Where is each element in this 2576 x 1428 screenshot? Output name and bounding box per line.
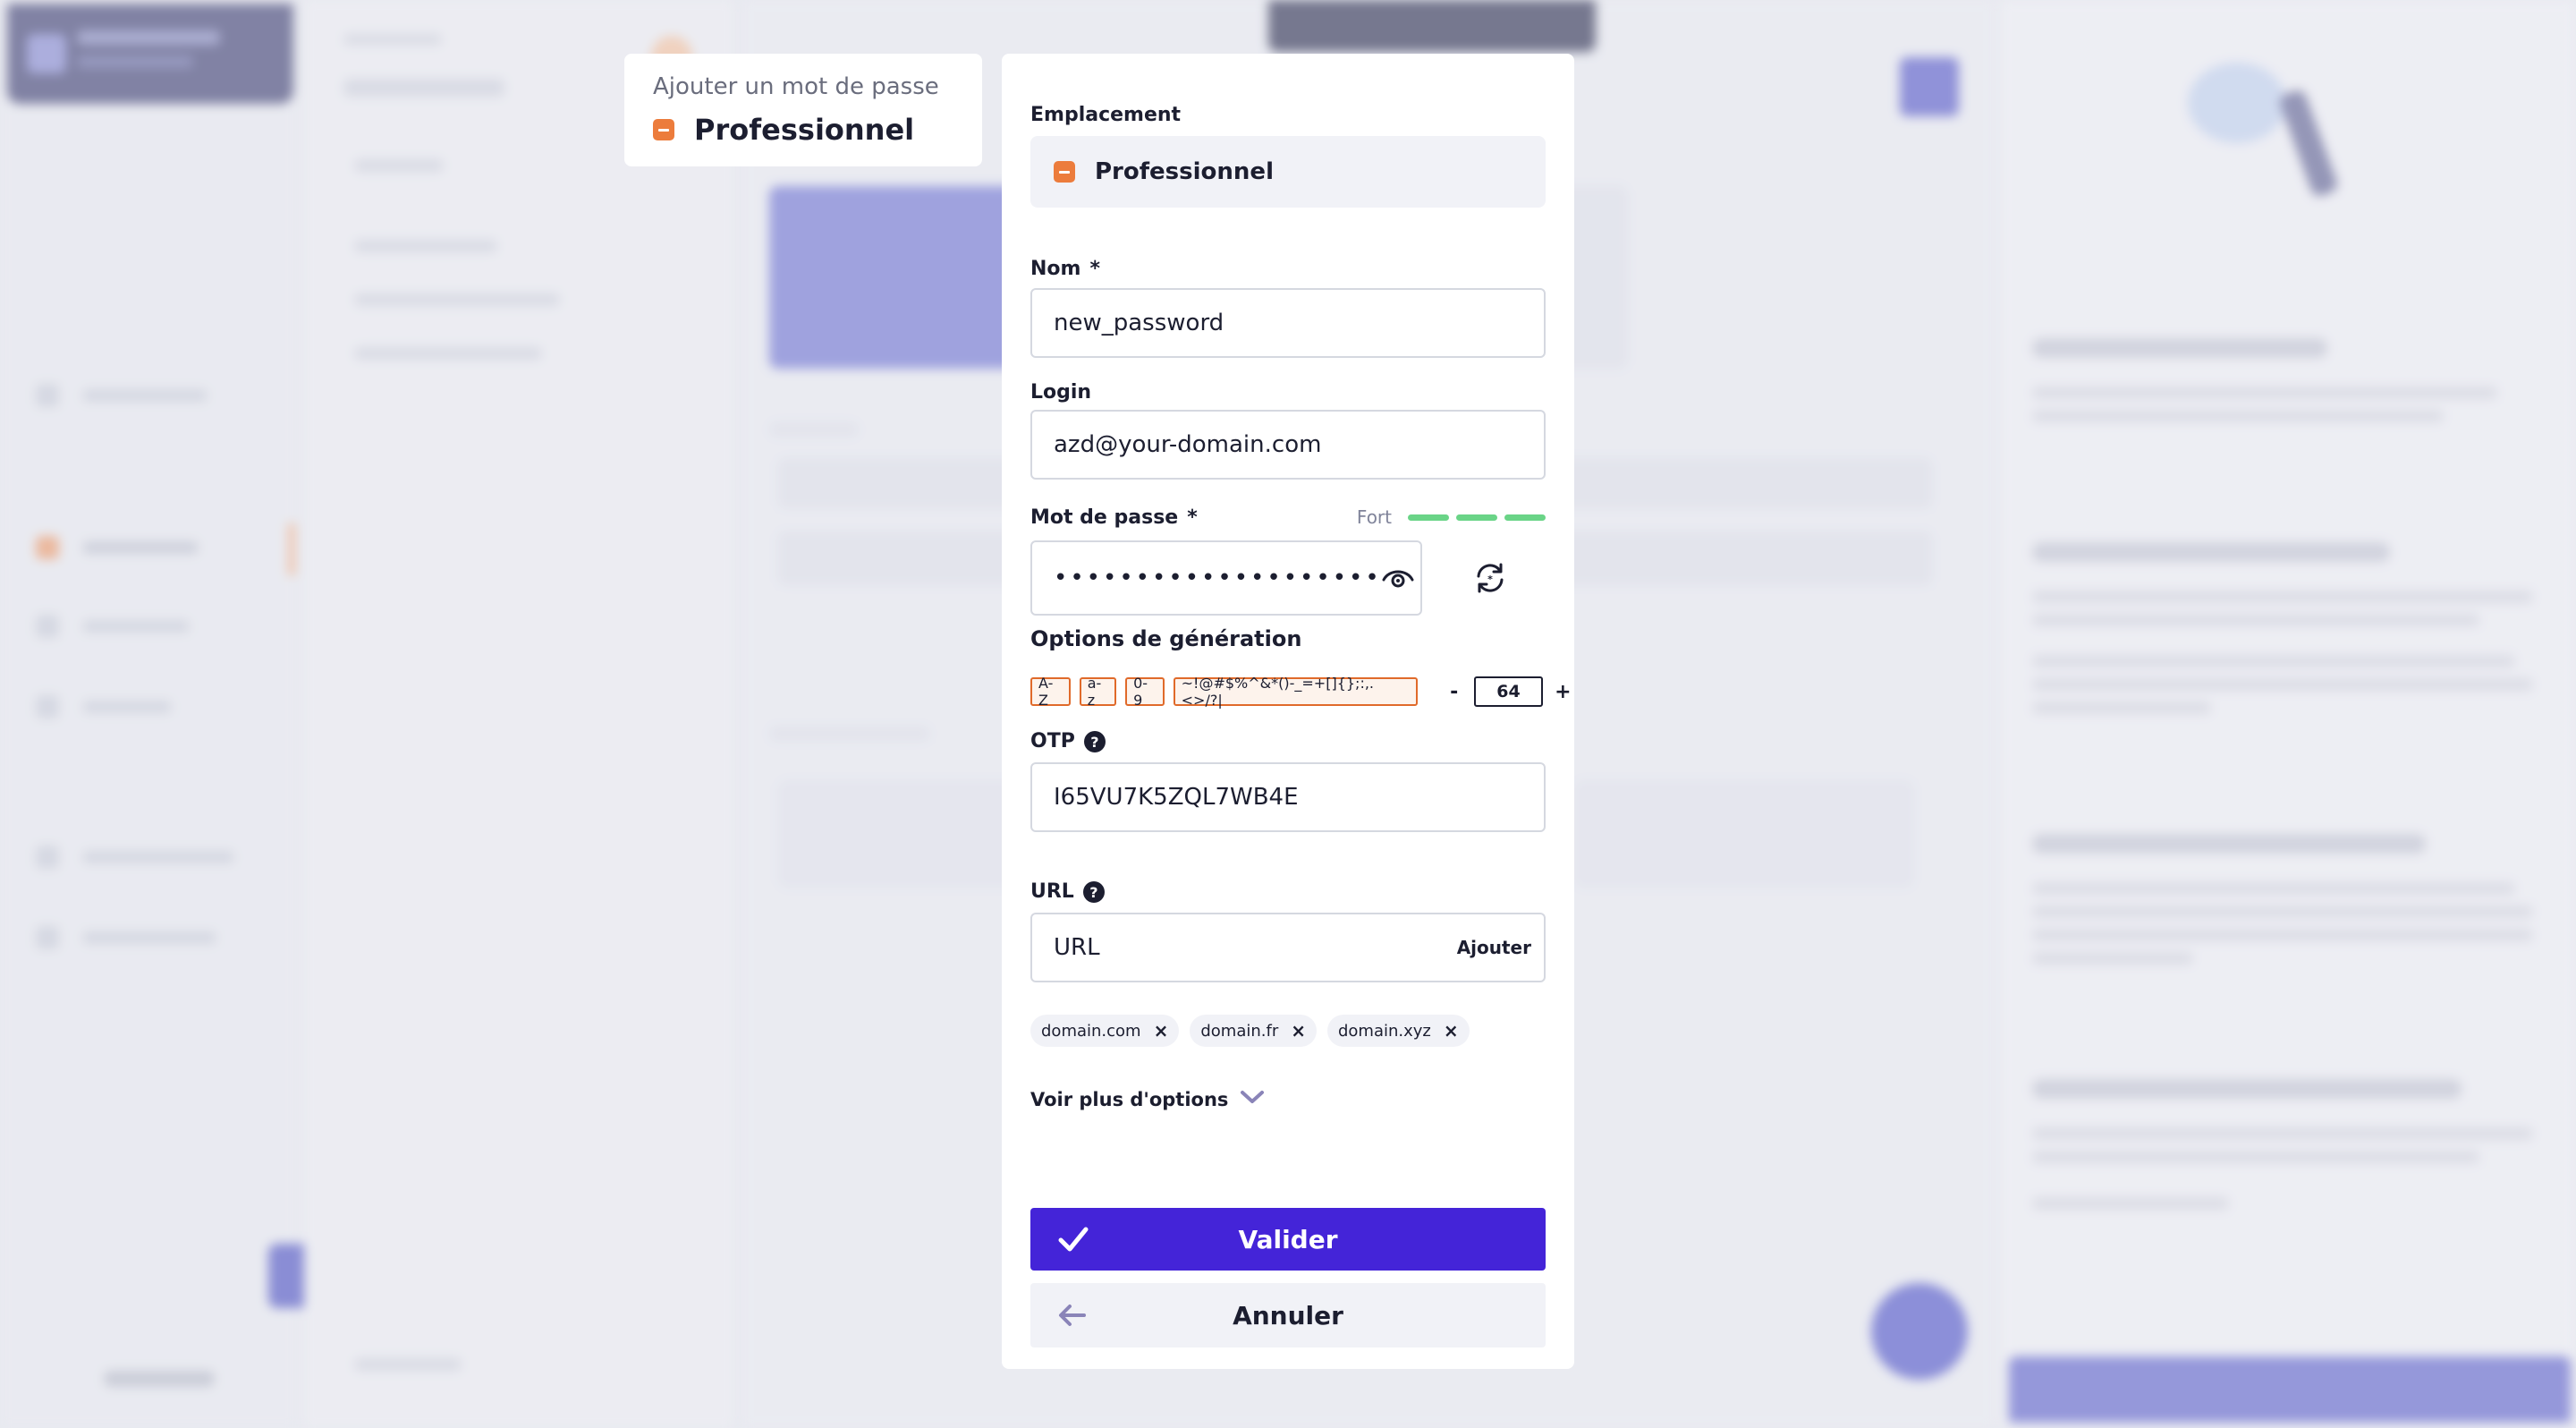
length-input[interactable]: 64 — [1474, 676, 1543, 707]
login-input[interactable] — [1054, 431, 1544, 458]
generation-options: A-Z a-z 0-9 ~!@#$%^&*()-_=+[]{};:,.<>/?|… — [1030, 675, 1574, 709]
folder-icon — [1054, 161, 1075, 183]
otp-input[interactable] — [1054, 784, 1544, 811]
strength-segment — [1504, 514, 1546, 521]
password-masked-value[interactable]: •••••••••••••••••••• — [1054, 565, 1382, 591]
check-icon — [1057, 1224, 1089, 1261]
close-icon[interactable]: × — [1444, 1020, 1459, 1041]
generation-options-title: Options de génération — [1030, 626, 1302, 651]
svg-text:*: * — [1487, 574, 1493, 585]
add-password-modal: Emplacement Professionnel Nom* Login Mot… — [1002, 54, 1574, 1369]
strength-label: Fort — [1356, 506, 1392, 528]
otp-field[interactable] — [1030, 762, 1546, 832]
close-icon[interactable]: × — [1291, 1020, 1306, 1041]
url-label: URL? — [1030, 880, 1105, 903]
modal-header-card: Ajouter un mot de passe Professionnel — [624, 54, 982, 166]
eye-icon[interactable] — [1382, 555, 1414, 601]
password-strength-meter: Fort — [1357, 506, 1546, 528]
url-tag: domain.xyz × — [1326, 1015, 1470, 1047]
cancel-button[interactable]: Annuler — [1030, 1283, 1546, 1347]
breadcrumb-folder-name: Professionnel — [694, 113, 915, 147]
chevron-down-icon — [1239, 1088, 1266, 1110]
url-tag: domain.com × — [1030, 1015, 1180, 1047]
password-label: Mot de passe * — [1030, 506, 1198, 529]
option-digits[interactable]: 0-9 — [1125, 675, 1165, 709]
arrow-left-icon — [1057, 1303, 1088, 1334]
password-field[interactable]: •••••••••••••••••••• — [1030, 540, 1422, 616]
help-icon[interactable]: ? — [1083, 731, 1106, 752]
option-symbols[interactable]: ~!@#$%^&*()-_=+[]{};:,.<>/?| — [1173, 675, 1418, 709]
folder-icon — [653, 119, 674, 140]
validate-label: Valider — [1238, 1224, 1338, 1254]
url-field[interactable]: Ajouter — [1030, 913, 1546, 982]
name-field[interactable] — [1030, 288, 1546, 358]
help-icon[interactable]: ? — [1082, 881, 1105, 903]
location-selector[interactable]: Professionnel — [1030, 136, 1546, 208]
validate-button[interactable]: Valider — [1030, 1208, 1546, 1271]
url-tag: domain.fr × — [1190, 1015, 1317, 1047]
login-field[interactable] — [1030, 410, 1546, 480]
option-lowercase[interactable]: a-z — [1079, 675, 1117, 709]
name-label: Nom * — [1030, 258, 1100, 280]
breadcrumb-folder: Professionnel — [653, 113, 914, 147]
refresh-icon[interactable]: * — [1467, 555, 1513, 601]
url-add-button[interactable]: Ajouter — [1457, 937, 1531, 958]
url-tags: domain.com × domain.fr × domain.xyz × — [1030, 1015, 1470, 1047]
cancel-label: Annuler — [1233, 1300, 1343, 1330]
option-uppercase[interactable]: A-Z — [1030, 675, 1071, 709]
location-value: Professionnel — [1095, 158, 1274, 185]
login-label: Login — [1030, 381, 1092, 404]
strength-segment — [1456, 514, 1497, 521]
otp-label: OTP? — [1030, 730, 1106, 752]
strength-segment — [1408, 514, 1449, 521]
more-options-toggle[interactable]: Voir plus d'options — [1030, 1088, 1266, 1110]
name-input[interactable] — [1054, 310, 1544, 336]
more-options-label: Voir plus d'options — [1030, 1088, 1229, 1110]
location-label: Emplacement — [1030, 104, 1182, 126]
modal-subtitle: Ajouter un mot de passe — [653, 73, 939, 100]
close-icon[interactable]: × — [1154, 1020, 1169, 1041]
length-decrease-button[interactable]: - — [1443, 681, 1465, 703]
length-increase-button[interactable]: + — [1552, 681, 1574, 703]
